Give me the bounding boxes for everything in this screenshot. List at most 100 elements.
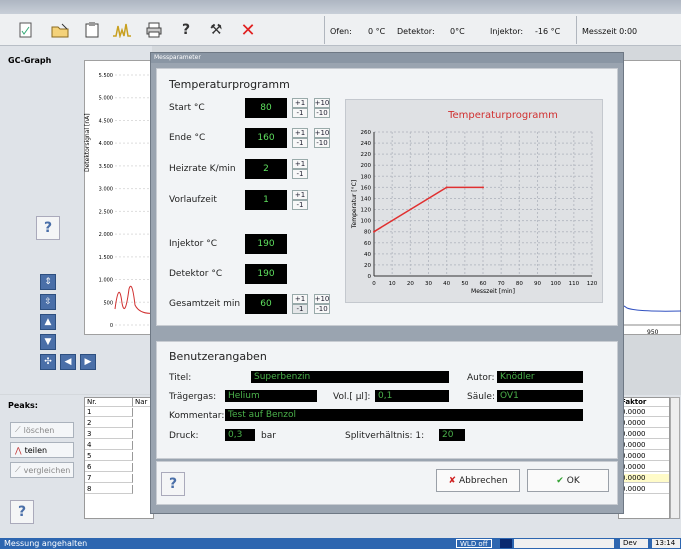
total-minus1[interactable]: -1 — [292, 304, 308, 314]
chart-y-tick: 220 — [361, 152, 372, 158]
start-minus10[interactable]: -10 — [314, 108, 330, 118]
ok-button[interactable]: ✔ OK — [527, 469, 609, 492]
end-minus1[interactable]: -1 — [292, 138, 308, 148]
print-icon[interactable] — [144, 20, 164, 40]
new-document-icon[interactable] — [16, 20, 36, 40]
delete-label: löschen — [23, 425, 55, 435]
cancel-icon: ✘ — [448, 475, 457, 486]
start-plus10[interactable]: +10 — [314, 98, 330, 108]
rate-minus1[interactable]: -1 — [292, 169, 308, 179]
arrow-left-icon[interactable]: ◀ — [60, 354, 76, 370]
total-value[interactable]: 60 — [245, 294, 287, 314]
table-row[interactable]: 6 — [85, 463, 133, 472]
arrow-right-icon[interactable]: ▶ — [80, 354, 96, 370]
chart-x-tick: 70 — [498, 281, 505, 287]
chart-x-tick: 50 — [461, 281, 468, 287]
end-value[interactable]: 160 — [245, 128, 287, 148]
pressure-label: Druck: — [169, 431, 199, 441]
chart-y-tick: 180 — [361, 174, 372, 180]
temp-heading: Temperaturprogramm — [169, 78, 290, 91]
end-plus10[interactable]: +10 — [314, 128, 330, 138]
close-icon[interactable]: ✕ — [238, 20, 258, 41]
pre-value[interactable]: 1 — [245, 190, 287, 210]
comment-label: Kommentar: — [169, 411, 225, 421]
vol-field[interactable]: 0,1 — [375, 390, 449, 402]
table-row[interactable]: 4 — [85, 441, 133, 450]
detector-value[interactable]: 190 — [245, 264, 287, 284]
column-label: Säule: — [467, 392, 496, 402]
factor-cell[interactable]: 0.0000 — [619, 474, 669, 483]
title-field[interactable]: Superbenzin — [251, 371, 449, 383]
comment-field[interactable]: Test auf Benzol — [225, 409, 583, 421]
factor-cell[interactable]: 0.0000 — [619, 419, 669, 428]
open-folder-icon[interactable] — [50, 20, 70, 40]
factor-cell[interactable]: 0.0000 — [619, 485, 669, 494]
arrow-down-icon[interactable]: ▼ — [40, 334, 56, 350]
table-row[interactable]: 5 — [85, 452, 133, 461]
arrow-up-icon[interactable]: ▲ — [40, 314, 56, 330]
injector-value[interactable]: 190 — [245, 234, 287, 254]
end-minus10[interactable]: -10 — [314, 138, 330, 148]
tools-icon[interactable]: ⚒ — [206, 20, 226, 40]
factor-cell[interactable]: 0.0000 — [619, 452, 669, 461]
table-scrollbar[interactable] — [670, 397, 680, 519]
rate-plus1[interactable]: +1 — [292, 159, 308, 169]
table-row[interactable]: 3 — [85, 430, 133, 439]
table-row[interactable]: 8 — [85, 485, 133, 494]
compare-button[interactable]: ⟋ vergleichen — [10, 462, 74, 478]
pressure-unit: bar — [261, 431, 276, 441]
factor-cell[interactable]: 0.0000 — [619, 463, 669, 472]
zoom-y-in-icon[interactable]: ⇕ — [40, 274, 56, 290]
temperature-panel: Temperaturprogramm Start °C 80 +1 -1 +10… — [156, 68, 618, 326]
user-heading: Benutzerangaben — [169, 350, 267, 363]
chart-title: Temperaturprogramm — [447, 110, 558, 121]
table-row[interactable]: 2 — [85, 419, 133, 428]
chromatogram-icon[interactable] — [112, 20, 132, 40]
table-row[interactable]: 7 — [85, 474, 133, 483]
wld-status: WLD off — [456, 539, 492, 548]
pre-plus1[interactable]: +1 — [292, 190, 308, 200]
clipboard-icon[interactable] — [82, 20, 102, 40]
column-field[interactable]: OV1 — [497, 390, 583, 402]
start-value[interactable]: 80 — [245, 98, 287, 118]
author-label: Autor: — [467, 373, 495, 383]
col-nr-header: Nr. — [85, 398, 133, 407]
bg-y-tick: 4.500 — [99, 118, 113, 124]
start-minus1[interactable]: -1 — [292, 108, 308, 118]
fit-icon[interactable]: ✣ — [40, 354, 56, 370]
split-field[interactable]: 20 — [439, 429, 465, 441]
graph-help-button[interactable]: ? — [36, 216, 60, 240]
bg-y-tick: 2.000 — [99, 232, 113, 238]
start-plus1[interactable]: +1 — [292, 98, 308, 108]
factor-cell[interactable]: 0.0000 — [619, 441, 669, 450]
bg-y-tick: 5.500 — [99, 73, 113, 79]
window-titlebar — [0, 0, 681, 14]
injector-label: Injektor: — [490, 27, 524, 36]
total-minus10[interactable]: -10 — [314, 304, 330, 314]
factor-cell[interactable]: 0.0000 — [619, 430, 669, 439]
total-plus10[interactable]: +10 — [314, 294, 330, 304]
pre-minus1[interactable]: -1 — [292, 200, 308, 210]
author-field[interactable]: Knödler — [497, 371, 583, 383]
cancel-button[interactable]: ✘ Abbrechen — [436, 469, 520, 492]
split-button[interactable]: ⋀ teilen — [10, 442, 74, 458]
help-icon[interactable]: ? — [176, 20, 196, 40]
y-axis-label: Detektorsignal [nA] — [84, 113, 91, 172]
oven-label: Ofen: — [330, 27, 352, 36]
measure-params-dialog: Messparameter Temperaturprogramm Start °… — [150, 52, 624, 514]
delete-button[interactable]: ⟋ löschen — [10, 422, 74, 438]
total-plus1[interactable]: +1 — [292, 294, 308, 304]
pressure-field[interactable]: 0,3 — [225, 429, 255, 441]
carrier-field[interactable]: Helium — [225, 390, 317, 402]
dialog-help-button[interactable]: ? — [161, 472, 185, 496]
zoom-y-out-icon[interactable]: ⇳ — [40, 294, 56, 310]
rate-value[interactable]: 2 — [245, 159, 287, 179]
peaks-help-button[interactable]: ? — [10, 500, 34, 524]
bg-y-tick: 3.500 — [99, 164, 113, 170]
bg-y-tick: 500 — [103, 300, 113, 306]
factor-cell[interactable]: 0.0000 — [619, 408, 669, 417]
end-plus1[interactable]: +1 — [292, 128, 308, 138]
user-panel: Benutzerangaben Titel: Superbenzin Autor… — [156, 341, 618, 459]
table-row[interactable]: 1 — [85, 408, 133, 417]
status-bar: Messung angehalten WLD off Dev 13:14 — [0, 538, 681, 549]
